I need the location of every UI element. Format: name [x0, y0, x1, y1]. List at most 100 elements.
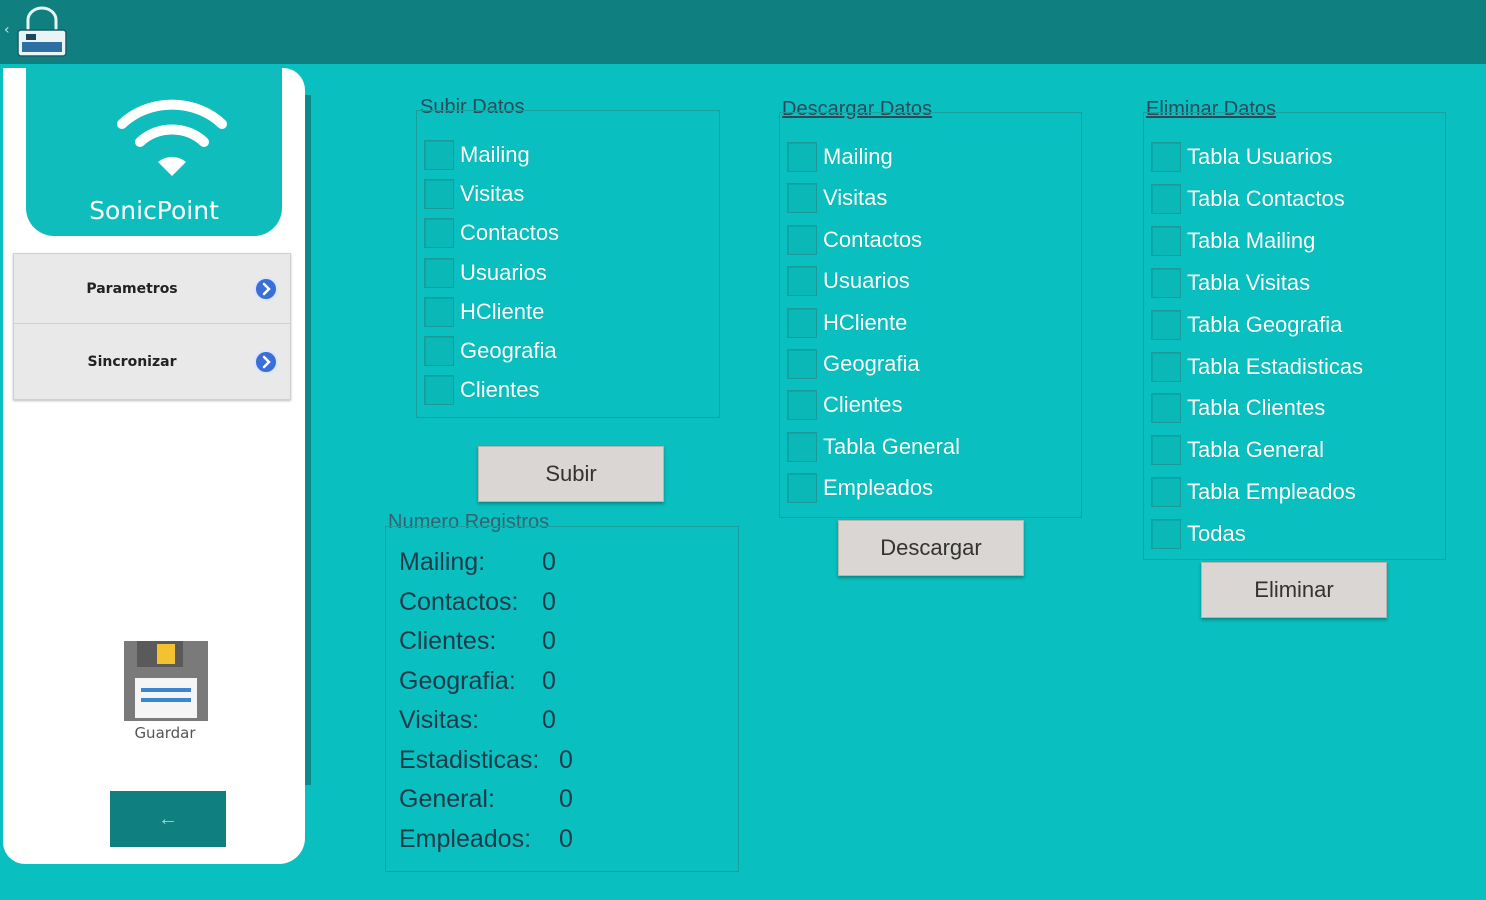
checkbox[interactable]: [1151, 351, 1181, 382]
checkbox-row[interactable]: Usuarios: [424, 257, 547, 288]
subir-button[interactable]: Subir: [478, 446, 664, 502]
count-label: Estadisticas:: [399, 745, 540, 774]
checkbox[interactable]: [424, 218, 454, 249]
checkbox[interactable]: [1151, 309, 1181, 340]
back-chevron[interactable]: ‹: [4, 22, 10, 38]
checkbox-row[interactable]: Tabla Empleados: [1151, 477, 1356, 508]
checkbox[interactable]: [424, 140, 454, 170]
checkbox-row[interactable]: Tabla General: [1151, 435, 1324, 466]
checkbox-label: Geografia: [460, 338, 557, 363]
chevron-right-circle-icon: [254, 349, 278, 374]
checkbox-label: Contactos: [823, 226, 923, 252]
checkbox-label: Tabla Geografia: [1187, 311, 1343, 337]
checkbox-label: Usuarios: [460, 259, 547, 285]
checkbox-label: Clientes: [460, 377, 540, 403]
count-label: Clientes:: [399, 627, 497, 655]
checkbox[interactable]: [787, 224, 817, 255]
checkbox-row[interactable]: Tabla Mailing: [1151, 225, 1316, 256]
checkbox-label: Tabla Clientes: [1187, 395, 1326, 421]
menu-item-parametros[interactable]: Parametros: [14, 254, 290, 324]
checkbox-label: Tabla Empleados: [1187, 479, 1356, 505]
checkbox-row[interactable]: Clientes: [424, 375, 540, 406]
checkbox[interactable]: [424, 257, 454, 288]
count-value: 0: [542, 627, 556, 655]
checkbox-row[interactable]: Tabla Clientes: [1151, 393, 1326, 424]
checkbox-row[interactable]: Tabla General: [787, 431, 960, 462]
checkbox[interactable]: [787, 349, 817, 379]
checkbox[interactable]: [1151, 183, 1181, 214]
checkbox-label: Mailing: [460, 142, 530, 167]
checkbox-row[interactable]: Mailing: [787, 142, 893, 172]
checkbox[interactable]: [1151, 477, 1181, 508]
checkbox-row[interactable]: Geografia: [424, 336, 557, 366]
checkbox-row[interactable]: Visitas: [424, 179, 525, 210]
count-value: 0: [542, 587, 556, 616]
checkbox-row[interactable]: Tabla Geografia: [1151, 309, 1343, 340]
checkbox[interactable]: [787, 473, 817, 504]
checkbox-row[interactable]: Empleados: [787, 473, 934, 504]
checkbox[interactable]: [787, 142, 817, 172]
checkbox[interactable]: [1151, 225, 1181, 256]
sidebar-edge: [305, 95, 311, 785]
checkbox[interactable]: [787, 307, 817, 338]
save-label: Guardar: [134, 724, 196, 742]
checkbox[interactable]: [424, 296, 454, 327]
count-value: 0: [542, 548, 556, 576]
checkbox[interactable]: [1151, 267, 1181, 298]
checkbox-row[interactable]: Contactos: [787, 224, 923, 255]
checkbox-label: Empleados: [823, 475, 934, 501]
checkbox-label: Clientes: [823, 392, 903, 418]
checkbox-label: Tabla General: [1187, 437, 1324, 463]
checkbox-row[interactable]: Tabla Visitas: [1151, 267, 1311, 298]
checkbox[interactable]: [1151, 142, 1181, 172]
back-button[interactable]: ←: [110, 791, 226, 847]
checkbox-label: Tabla Usuarios: [1187, 144, 1333, 169]
menu-item-label: Sincronizar: [87, 353, 177, 370]
checkbox[interactable]: [424, 179, 454, 210]
checkbox-row[interactable]: Tabla Usuarios: [1151, 142, 1333, 172]
checkbox[interactable]: [1151, 519, 1181, 550]
checkbox-row[interactable]: Usuarios: [787, 266, 910, 297]
checkbox-row[interactable]: HCliente: [787, 307, 908, 338]
checkbox-row[interactable]: Tabla Estadisticas: [1151, 351, 1363, 382]
lock-logo-icon[interactable]: [14, 6, 70, 58]
count-label: Contactos:: [399, 587, 519, 616]
checkbox-label: Tabla General: [823, 433, 960, 459]
counts-group: [385, 526, 739, 872]
checkbox-row[interactable]: Todas: [1151, 519, 1246, 550]
checkbox[interactable]: [787, 431, 817, 462]
descargar-button[interactable]: Descargar: [838, 520, 1024, 576]
checkbox-row[interactable]: Visitas: [787, 183, 887, 214]
checkbox-row[interactable]: Contactos: [424, 218, 559, 249]
checkbox-row[interactable]: Geografia: [787, 349, 920, 379]
brand-name: SonicPoint: [89, 196, 219, 225]
count-label: Mailing:: [399, 548, 486, 576]
checkbox-label: HCliente: [823, 309, 908, 335]
wifi-icon: [117, 99, 227, 176]
arrow-left-icon: ←: [158, 808, 178, 830]
chevron-right-circle-icon: [254, 276, 278, 301]
checkbox[interactable]: [1151, 393, 1181, 424]
checkbox[interactable]: [787, 266, 817, 297]
checkbox-row[interactable]: Clientes: [787, 390, 903, 421]
app-bar: ‹: [0, 0, 1486, 64]
checkbox[interactable]: [787, 390, 817, 421]
checkbox[interactable]: [1151, 435, 1181, 466]
count-value: 0: [559, 745, 573, 774]
count-label: Visitas:: [399, 706, 480, 734]
brand-card: SonicPoint: [26, 68, 282, 236]
menu-item-sincronizar[interactable]: Sincronizar: [14, 324, 290, 399]
checkbox-label: Visitas: [460, 181, 525, 207]
checkbox[interactable]: [424, 375, 454, 406]
count-label: Geografia:: [399, 666, 516, 695]
checkbox-label: Tabla Visitas: [1187, 269, 1311, 295]
count-value: 0: [559, 824, 573, 853]
checkbox[interactable]: [424, 336, 454, 366]
checkbox-label: Todas: [1187, 521, 1246, 547]
checkbox-row[interactable]: Tabla Contactos: [1151, 183, 1345, 214]
checkbox[interactable]: [787, 183, 817, 214]
checkbox-row[interactable]: HCliente: [424, 296, 544, 327]
checkbox-label: Tabla Mailing: [1187, 227, 1316, 253]
eliminar-button[interactable]: Eliminar: [1201, 562, 1387, 618]
checkbox-row[interactable]: Mailing: [424, 140, 530, 170]
